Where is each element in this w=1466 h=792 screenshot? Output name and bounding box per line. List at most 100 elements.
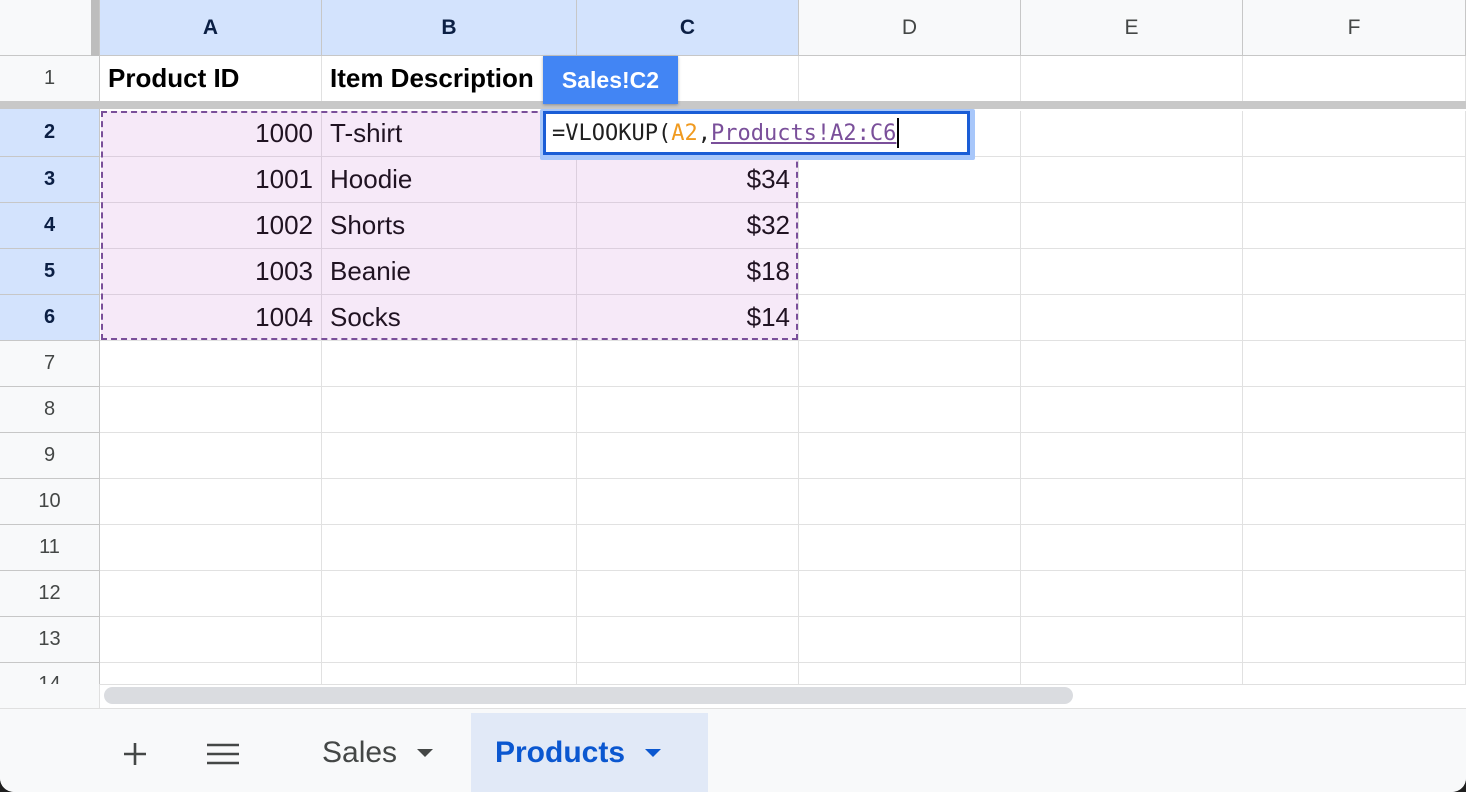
cell-c5[interactable]: $18 (577, 249, 799, 295)
empty-cell[interactable] (1243, 249, 1466, 295)
row-header-6[interactable]: 6 (0, 295, 100, 341)
empty-cell[interactable] (1243, 663, 1466, 684)
cell-c3[interactable]: $34 (577, 157, 799, 203)
empty-cell[interactable] (799, 341, 1021, 387)
empty-cell[interactable] (100, 663, 322, 684)
empty-cell[interactable] (577, 663, 799, 684)
cell-a6[interactable]: 1004 (100, 295, 322, 341)
empty-cell[interactable] (577, 525, 799, 571)
empty-cell[interactable] (1021, 617, 1243, 663)
empty-cell[interactable] (1243, 295, 1466, 341)
menu-icon[interactable] (198, 719, 248, 789)
row-header-5[interactable]: 5 (0, 249, 100, 295)
horizontal-scrollbar-thumb[interactable] (104, 687, 1073, 704)
cell-a4[interactable]: 1002 (100, 203, 322, 249)
row-header-11[interactable]: 11 (0, 525, 100, 571)
empty-cell[interactable] (1243, 617, 1466, 663)
tab-sales[interactable]: Sales (298, 713, 470, 792)
column-header-c[interactable]: C (577, 0, 799, 56)
empty-cell[interactable] (1243, 157, 1466, 203)
column-header-b[interactable]: B (322, 0, 577, 56)
row-header-10[interactable]: 10 (0, 479, 100, 525)
empty-cell[interactable] (799, 617, 1021, 663)
empty-cell[interactable] (322, 663, 577, 684)
empty-cell[interactable] (799, 295, 1021, 341)
empty-cell[interactable] (322, 387, 577, 433)
empty-cell[interactable] (1021, 157, 1243, 203)
empty-cell[interactable] (322, 525, 577, 571)
empty-cell[interactable] (100, 617, 322, 663)
cell-f1[interactable] (1243, 56, 1466, 102)
cell-a5[interactable]: 1003 (100, 249, 322, 295)
empty-cell[interactable] (100, 479, 322, 525)
frozen-row-divider[interactable] (0, 101, 1466, 109)
empty-cell[interactable] (322, 571, 577, 617)
empty-cell[interactable] (1243, 387, 1466, 433)
select-all-corner[interactable] (0, 0, 100, 56)
row-header-7[interactable]: 7 (0, 341, 100, 387)
cell-b6[interactable]: Socks (322, 295, 577, 341)
empty-cell[interactable] (577, 387, 799, 433)
row-header-14[interactable]: 14 (0, 663, 100, 684)
empty-cell[interactable] (799, 203, 1021, 249)
empty-cell[interactable] (577, 571, 799, 617)
column-header-a[interactable]: A (100, 0, 322, 56)
empty-cell[interactable] (1021, 387, 1243, 433)
cell-b3[interactable]: Hoodie (322, 157, 577, 203)
empty-cell[interactable] (1243, 571, 1466, 617)
empty-cell[interactable] (1243, 341, 1466, 387)
cell-formula-editor[interactable]: =VLOOKUP(A2, Products!A2:C6 (543, 111, 970, 155)
empty-cell[interactable] (100, 525, 322, 571)
empty-cell[interactable] (799, 525, 1021, 571)
column-header-e[interactable]: E (1021, 0, 1243, 56)
empty-cell[interactable] (1243, 433, 1466, 479)
column-header-d[interactable]: D (799, 0, 1021, 56)
row-header-12[interactable]: 12 (0, 571, 100, 617)
empty-cell[interactable] (1021, 111, 1243, 157)
cell-a3[interactable]: 1001 (100, 157, 322, 203)
empty-cell[interactable] (1243, 479, 1466, 525)
empty-cell[interactable] (1243, 203, 1466, 249)
row-header-9[interactable]: 9 (0, 433, 100, 479)
cell-c6[interactable]: $14 (577, 295, 799, 341)
plus-icon[interactable] (110, 719, 160, 789)
column-header-f[interactable]: F (1243, 0, 1466, 56)
empty-cell[interactable] (1021, 663, 1243, 684)
cell-e1[interactable] (1021, 56, 1243, 102)
empty-cell[interactable] (1243, 525, 1466, 571)
empty-cell[interactable] (1021, 203, 1243, 249)
empty-cell[interactable] (799, 571, 1021, 617)
row-header-2[interactable]: 2 (0, 109, 100, 157)
empty-cell[interactable] (1021, 295, 1243, 341)
empty-cell[interactable] (1243, 111, 1466, 157)
cell-a1[interactable]: Product ID (100, 56, 322, 102)
empty-cell[interactable] (100, 433, 322, 479)
empty-cell[interactable] (1021, 525, 1243, 571)
empty-cell[interactable] (100, 387, 322, 433)
row-header-8[interactable]: 8 (0, 387, 100, 433)
row-header-4[interactable]: 4 (0, 203, 100, 249)
caret-down-icon[interactable] (417, 749, 434, 757)
empty-cell[interactable] (577, 433, 799, 479)
empty-cell[interactable] (577, 479, 799, 525)
cell-b5[interactable]: Beanie (322, 249, 577, 295)
empty-cell[interactable] (799, 387, 1021, 433)
empty-cell[interactable] (1021, 433, 1243, 479)
empty-cell[interactable] (1021, 479, 1243, 525)
empty-cell[interactable] (322, 479, 577, 525)
empty-cell[interactable] (1021, 249, 1243, 295)
empty-cell[interactable] (100, 571, 322, 617)
empty-cell[interactable] (577, 617, 799, 663)
tab-products[interactable]: Products (471, 713, 708, 792)
caret-down-icon[interactable] (645, 749, 662, 757)
empty-cell[interactable] (799, 433, 1021, 479)
cell-b2[interactable]: T-shirt (322, 111, 577, 157)
empty-cell[interactable] (322, 341, 577, 387)
empty-cell[interactable] (799, 479, 1021, 525)
row-header-13[interactable]: 13 (0, 617, 100, 663)
empty-cell[interactable] (100, 341, 322, 387)
row-header-1[interactable]: 1 (0, 56, 100, 102)
empty-cell[interactable] (322, 617, 577, 663)
empty-cell[interactable] (577, 341, 799, 387)
cell-d1[interactable] (799, 56, 1021, 102)
